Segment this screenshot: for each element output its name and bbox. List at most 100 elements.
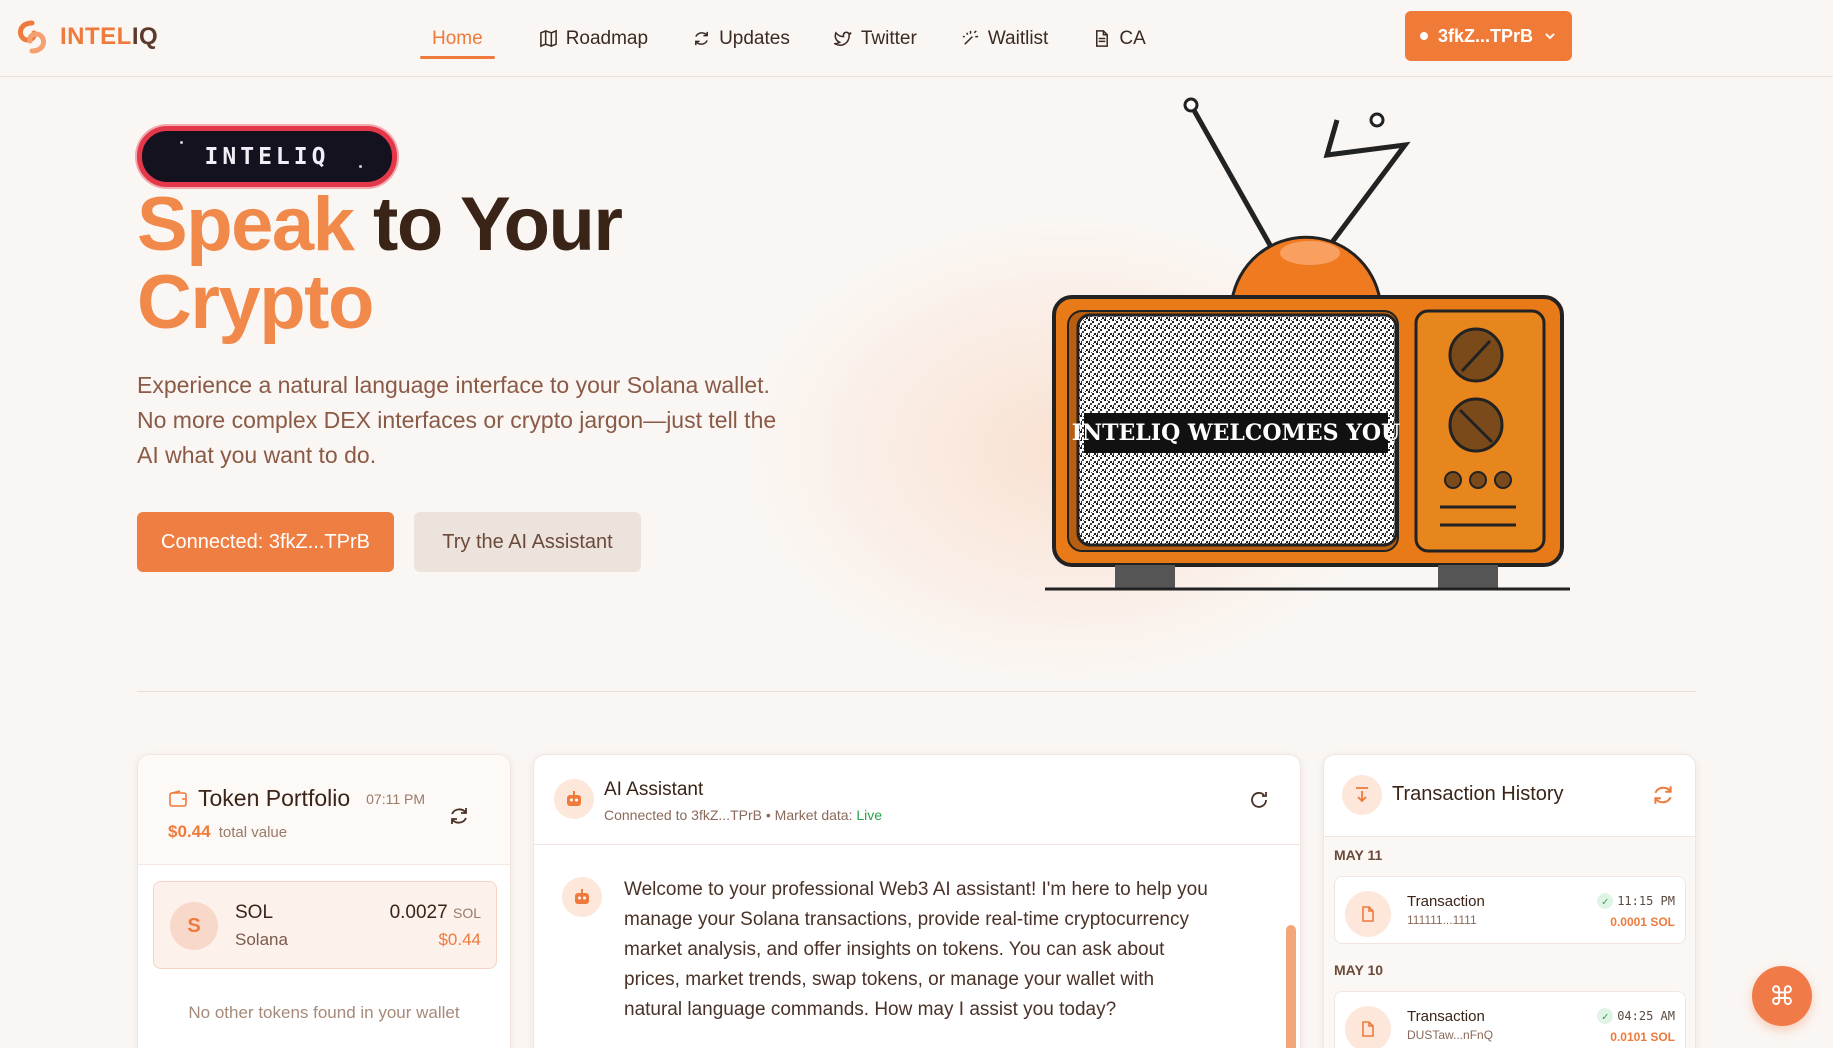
token-symbol: SOL [235,902,274,923]
wallet-icon [169,789,187,807]
token-name: Solana [235,930,288,949]
token-avatar: S [170,902,218,950]
wallet-status-dot [1419,32,1428,40]
token-amount-unit: SOL [452,905,481,921]
command-icon: ⌘ [1769,980,1795,1011]
file-icon [1362,906,1374,922]
badge-star [359,165,362,168]
transaction-icon-wrap [1345,1006,1391,1048]
portfolio-time: 07:11 PM [366,790,426,807]
token-amount: 0.0027 SOL [390,902,481,924]
transaction-time: ✓ 04:25 AM [1597,1008,1675,1024]
nav-roadmap[interactable]: Roadmap [539,0,648,77]
nav-updates[interactable]: Updates [692,0,790,77]
transaction-time-text: 04:25 AM [1617,1009,1675,1023]
transaction-time: ✓ 11:15 PM [1597,893,1675,909]
nav-updates-label: Updates [719,27,790,49]
hero-headline: Speak to Your Crypto [137,186,623,345]
nav-twitter[interactable]: Twitter [833,0,917,77]
robot-icon [567,791,581,806]
top-navbar: INTELIQ Home Roadmap Updates Twitter Wai… [0,0,1833,77]
assistant-subtitle: Connected to 3fkZ...TPrB • Market data: … [604,807,882,823]
nav-waitlist-label: Waitlist [987,27,1049,49]
brand-name: INTELIQ [60,23,158,51]
brand-name-part1: INTEL [60,23,132,50]
assistant-welcome-message: Welcome to your professional Web3 AI ass… [624,879,1208,1020]
brand-logo[interactable]: INTELIQ [12,17,158,57]
nav-home-label: Home [432,27,483,49]
wallet-address: 3fkZ...TPrB [1437,25,1534,46]
history-header: Transaction History [1324,755,1695,837]
section-divider [137,691,1696,692]
portfolio-title-row: Token Portfolio 07:11 PM [168,785,480,812]
transaction-label: Transaction [1407,1008,1485,1025]
headline-accent-2: Crypto [137,260,374,345]
refresh-icon[interactable] [448,805,470,827]
history-date-label: MAY 10 [1334,962,1384,978]
portfolio-total: $0.44 total value [168,822,480,842]
headline-accent-1: Speak [137,182,355,267]
nav-ca[interactable]: CA [1092,0,1146,77]
try-assistant-button[interactable]: Try the AI Assistant [414,512,641,572]
hero-subtitle: Experience a natural language interface … [137,372,777,468]
market-data-label: • Market data: [765,807,853,823]
assistant-header: AI Assistant Connected to 3fkZ...TPrB • … [534,755,1300,845]
reset-icon[interactable] [1248,789,1270,811]
transaction-label: Transaction [1407,893,1485,910]
twitter-icon [833,31,852,46]
history-title: Transaction History [1392,783,1564,805]
headline-dark: to Your [353,182,623,267]
refresh-icon[interactable] [1651,783,1675,807]
token-amount-value: 0.0027 [389,902,448,923]
tv-screen-text: INTELIQ WELCOMES YOU [1072,420,1400,446]
transaction-address: DUSTaw...nFnQ [1407,1028,1494,1042]
market-data-status: Live [856,807,883,823]
sparkles-icon [962,30,978,45]
nav-roadmap-label: Roadmap [565,27,649,49]
message-avatar [562,877,602,917]
portfolio-total-label: total value [218,824,288,841]
badge-text: INTELIQ [204,143,330,170]
badge-star [180,141,183,144]
logo-icon [17,20,47,54]
nav-twitter-label: Twitter [860,27,917,49]
portfolio-total-value: $0.44 [168,822,211,841]
map-icon [539,29,557,48]
transaction-item[interactable]: Transaction 111111...1111 ✓ 11:15 PM 0.00… [1334,876,1686,944]
file-icon [1362,1021,1374,1037]
command-button[interactable]: ⌘ [1752,966,1812,1026]
history-avatar [1342,775,1382,815]
assistant-title: AI Assistant [604,779,704,800]
transaction-amount: 0.0001 SOL [1610,915,1675,929]
nav-links: Home Roadmap Updates Twitter Waitlist CA [420,0,1146,77]
transaction-time-text: 11:15 PM [1617,894,1675,908]
assistant-avatar [554,779,594,819]
portfolio-title: Token Portfolio [198,785,351,811]
token-usd-value: $0.44 [438,930,481,949]
chat-scrollbar[interactable] [1286,925,1296,1048]
token-row-sol[interactable]: S SOL Solana 0.0027 SOL $0.44 [153,881,497,969]
document-icon [1096,30,1109,47]
nav-waitlist[interactable]: Waitlist [961,0,1049,77]
brand-badge: INTELIQ [137,126,397,187]
transaction-item[interactable]: Transaction DUSTaw...nFnQ ✓ 04:25 AM 0.01… [1334,991,1686,1048]
wallet-button[interactable]: 3fkZ...TPrB [1405,11,1572,61]
nav-home[interactable]: Home [420,0,495,77]
ai-assistant-card: AI Assistant Connected to 3fkZ...TPrB • … [533,754,1301,1048]
no-tokens-message: No other tokens found in your wallet [188,1003,460,1022]
download-icon [1356,787,1368,803]
transaction-icon-wrap [1345,891,1391,937]
assistant-connection: Connected to 3fkZ...TPrB [604,807,762,823]
nav-ca-label: CA [1119,27,1146,49]
history-date-label: MAY 11 [1334,847,1383,863]
check-icon: ✓ [1597,1008,1614,1024]
connected-wallet-button[interactable]: Connected: 3fkZ...TPrB [137,512,394,572]
retro-tv-illustration: INTELIQ WELCOMES YOU [1045,97,1570,591]
transaction-amount: 0.0101 SOL [1610,1030,1675,1044]
check-icon: ✓ [1597,893,1614,909]
portfolio-header: Token Portfolio 07:11 PM $0.44 total val… [138,755,510,865]
robot-icon [575,889,589,904]
refresh-icon [695,31,709,46]
transaction-history-card: Transaction History MAY 11 Transaction 1… [1323,754,1696,1048]
brand-name-part2: IQ [131,23,159,50]
